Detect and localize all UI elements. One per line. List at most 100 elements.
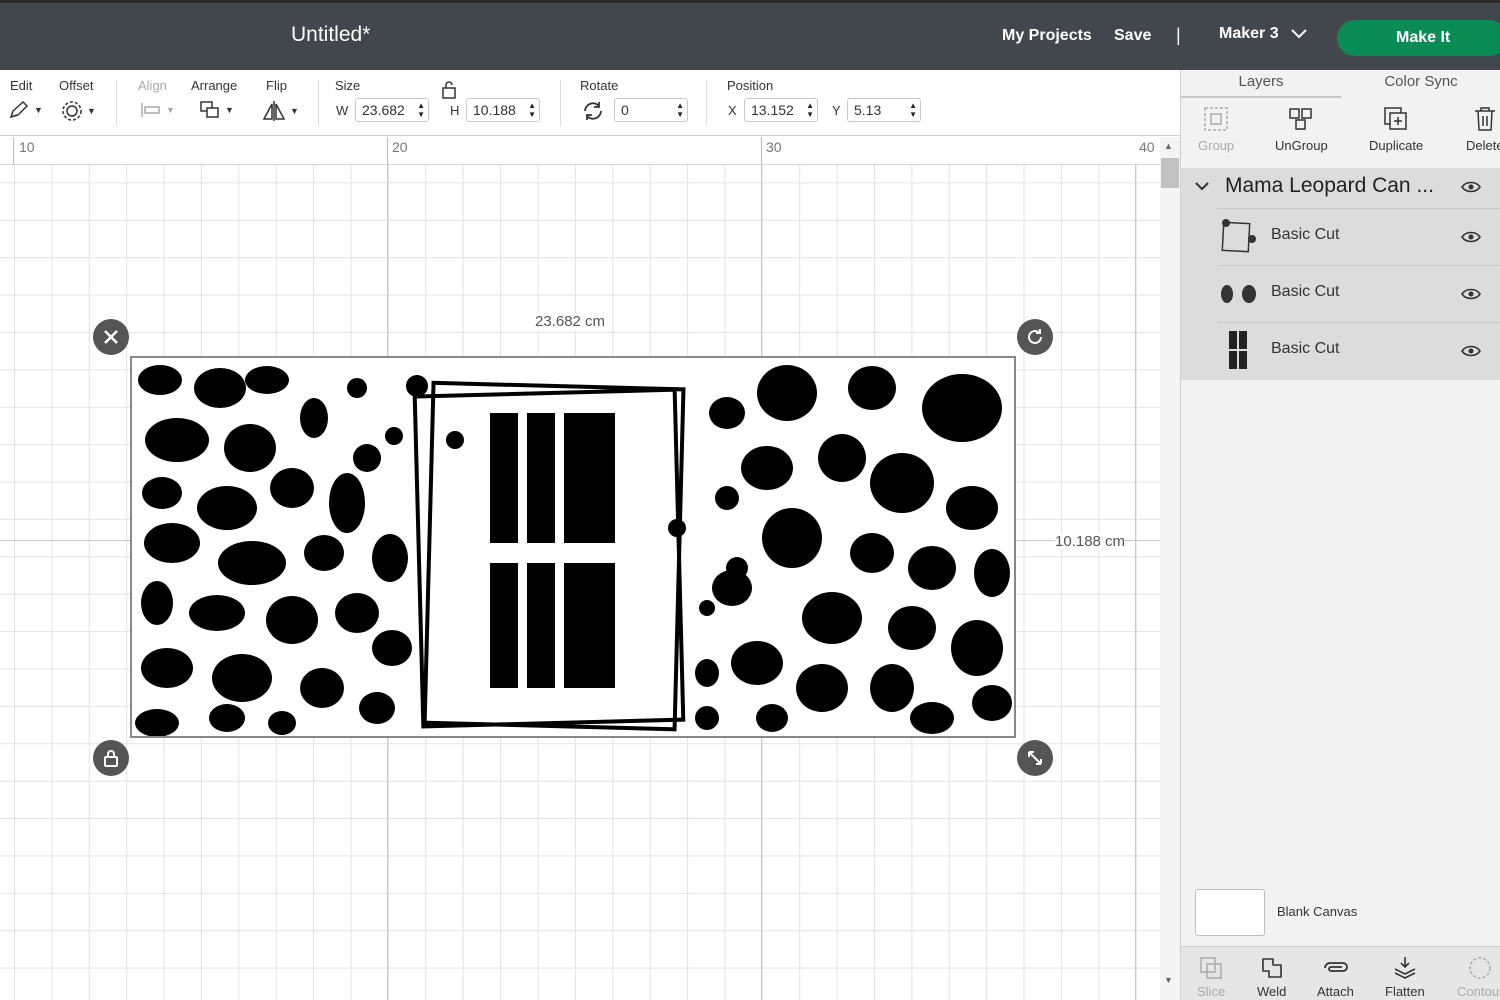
rotate-stepper-icon[interactable]: ▲ ▼ <box>676 101 684 119</box>
duplicate-label: Duplicate <box>1369 138 1424 153</box>
flip-dropdown[interactable]: ▼ <box>262 100 299 122</box>
align-label: Align <box>138 78 167 93</box>
contour-label: Contour <box>1457 984 1500 999</box>
group-button[interactable]: Group <box>1198 106 1234 153</box>
x-position-value: 13.152 <box>751 102 794 118</box>
ungroup-label: UnGroup <box>1275 138 1328 153</box>
trash-icon <box>1474 107 1495 131</box>
resize-handle[interactable] <box>1017 740 1053 776</box>
layer-row[interactable]: Basic Cut <box>1217 265 1500 321</box>
layers-panel: Layers Color Sync Group UnGroup Duplicat… <box>1180 70 1500 1000</box>
weld-label: Weld <box>1257 984 1287 999</box>
y-position-input[interactable]: 5.13 ▲ ▼ <box>847 98 921 122</box>
weld-button[interactable]: Weld <box>1257 955 1286 999</box>
layer-name: Basic Cut <box>1271 226 1340 243</box>
height-input[interactable]: 10.188 ▲ ▼ <box>466 98 540 122</box>
rotate-icon <box>1028 329 1042 344</box>
ruler-label: 20 <box>392 139 408 155</box>
layer-row[interactable]: Basic Cut <box>1217 208 1500 264</box>
height-dimension-label: 10.188 cm <box>1055 533 1126 550</box>
height-stepper-icon[interactable]: ▲ ▼ <box>528 101 536 119</box>
selected-design[interactable] <box>130 356 1016 738</box>
pencil-icon <box>9 100 29 119</box>
eye-icon[interactable] <box>1461 180 1481 194</box>
vertical-scrollbar[interactable] <box>1160 137 1180 1000</box>
layer-name: Basic Cut <box>1271 340 1340 357</box>
width-dimension-label: 23.682 cm <box>535 313 606 330</box>
group-icon <box>1204 107 1228 131</box>
attach-label: Attach <box>1317 984 1354 999</box>
scroll-down-icon[interactable]: ▼ <box>1164 975 1173 985</box>
align-dropdown[interactable]: ▼ <box>140 100 175 120</box>
eye-icon[interactable] <box>1461 344 1481 358</box>
ruler-tick <box>13 137 14 165</box>
eye-icon[interactable] <box>1461 230 1481 244</box>
size-label: Size <box>335 78 361 93</box>
flatten-button[interactable]: Flatten <box>1385 955 1425 999</box>
rotate-handle[interactable] <box>1017 319 1053 355</box>
caret-down-icon: ▼ <box>166 105 175 115</box>
my-projects-link[interactable]: My Projects <box>1002 27 1092 45</box>
project-title[interactable]: Untitled* <box>291 23 370 47</box>
align-icon <box>141 103 160 117</box>
rotate-label: Rotate <box>580 78 619 93</box>
layer-thumbnail <box>1221 285 1256 303</box>
chevron-down-icon[interactable] <box>1195 182 1209 192</box>
caret-down-icon: ▼ <box>225 105 234 115</box>
delete-button[interactable]: Delete <box>1466 106 1500 153</box>
layer-row[interactable]: Basic Cut <box>1217 322 1500 378</box>
make-it-button[interactable]: Make It <box>1337 20 1500 56</box>
blank-canvas-swatch[interactable] <box>1195 889 1265 936</box>
leopard-design-artwork <box>135 365 1012 736</box>
save-button[interactable]: Save <box>1114 27 1151 45</box>
attach-button[interactable]: Attach <box>1317 955 1354 999</box>
eye-icon[interactable] <box>1461 287 1481 301</box>
toolbar-divider <box>706 80 707 126</box>
lock-icon[interactable] <box>441 81 457 99</box>
weld-icon <box>1261 958 1282 978</box>
layer-group-row[interactable]: Mama Leopard Can ... <box>1181 168 1500 206</box>
machine-selector[interactable]: Maker 3 <box>1219 25 1307 43</box>
arrange-dropdown[interactable]: ▼ <box>199 100 234 120</box>
width-label: W <box>336 103 349 118</box>
blank-canvas-row[interactable]: Blank Canvas <box>1181 880 1500 944</box>
chevron-down-icon <box>1290 29 1307 39</box>
scrollbar-thumb[interactable] <box>1161 158 1179 188</box>
slice-label: Slice <box>1197 984 1226 999</box>
layer-thumbnail <box>1221 219 1256 253</box>
layer-name: Basic Cut <box>1271 283 1340 300</box>
tab-color-sync[interactable]: Color Sync <box>1341 70 1500 98</box>
x-label: X <box>728 103 737 118</box>
caret-down-icon: ▼ <box>290 106 299 116</box>
contour-icon <box>1469 957 1491 979</box>
close-icon <box>104 330 118 344</box>
width-input[interactable]: 23.682 ▲ ▼ <box>355 98 429 122</box>
width-stepper-icon[interactable]: ▲ ▼ <box>417 101 425 119</box>
grid-major-line <box>1135 165 1136 1000</box>
height-value: 10.188 <box>473 102 516 118</box>
contour-button[interactable]: Contour <box>1457 955 1500 999</box>
delete-label: Delete <box>1466 138 1500 153</box>
position-label: Position <box>727 78 774 93</box>
ungroup-icon <box>1289 108 1313 130</box>
lock-handle[interactable] <box>93 740 129 776</box>
delete-handle[interactable] <box>93 319 129 355</box>
ruler-label: 40 <box>1139 139 1155 155</box>
ungroup-button[interactable]: UnGroup <box>1275 106 1328 153</box>
flatten-icon <box>1394 957 1416 979</box>
x-position-input[interactable]: 13.152 ▲ ▼ <box>744 98 818 122</box>
ruler-label: 30 <box>766 139 782 155</box>
slice-button[interactable]: Slice <box>1197 955 1225 999</box>
edit-dropdown[interactable]: ▼ <box>8 100 43 120</box>
layer-thumbnail <box>1229 331 1247 369</box>
scroll-up-icon[interactable]: ▲ <box>1164 141 1173 151</box>
rotate-input[interactable]: 0 ▲ ▼ <box>614 98 688 122</box>
x-stepper-icon[interactable]: ▲ ▼ <box>806 101 814 119</box>
y-stepper-icon[interactable]: ▲ ▼ <box>909 101 917 119</box>
height-label: H <box>450 103 460 118</box>
offset-button[interactable]: ▼ <box>61 100 96 122</box>
toolbar-divider <box>560 80 561 126</box>
duplicate-button[interactable]: Duplicate <box>1369 106 1423 153</box>
edit-label: Edit <box>10 78 33 93</box>
tab-layers[interactable]: Layers <box>1181 70 1341 98</box>
